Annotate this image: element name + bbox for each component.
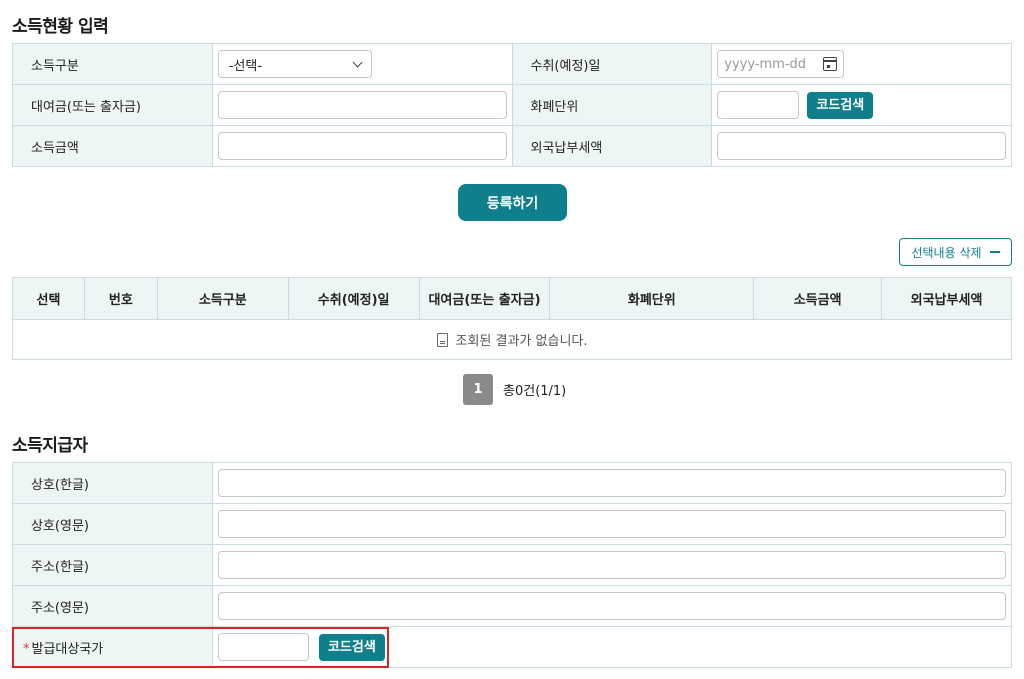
country-input[interactable] (217, 633, 309, 661)
income-amount-label: 소득금액 (12, 125, 213, 167)
column-header-receipt-date: 수취(예정)일 (287, 277, 420, 320)
income-type-select[interactable]: -선택- (217, 50, 372, 78)
empty-message: 조회된 결과가 없습니다. (455, 334, 588, 349)
currency-code-search-button[interactable]: 코드검색 (807, 91, 874, 119)
receipt-date-input[interactable]: yyyy-mm-dd (717, 50, 845, 78)
required-mark: * (23, 641, 30, 657)
address-eng-input[interactable] (217, 592, 1006, 620)
country-label-cell: * 발급대상국가 (12, 626, 213, 668)
name-eng-input[interactable] (217, 510, 1006, 538)
delete-selected-button[interactable]: 선택내용 삭제 (899, 238, 1012, 266)
column-header-select: 선택 (12, 277, 85, 320)
empty-row: 조회된 결과가 없습니다. (12, 319, 1012, 360)
name-kor-input[interactable] (217, 469, 1006, 497)
table-header-row: 선택 번호 소득구분 수취(예정)일 대여금(또는 출자금) 화폐단위 소득금액… (12, 277, 1012, 320)
column-header-number: 번호 (83, 277, 158, 320)
chevron-down-icon (352, 57, 363, 67)
column-header-currency: 화폐단위 (549, 277, 755, 320)
currency-input[interactable] (717, 91, 800, 119)
address-kor-label: 주소(한글) (12, 544, 213, 586)
total-count: 총0건(1/1) (503, 384, 567, 399)
address-kor-input[interactable] (217, 551, 1006, 579)
delete-selected-label: 선택내용 삭제 (911, 245, 982, 260)
receipt-date-placeholder: yyyy-mm-dd (724, 56, 807, 72)
income-amount-input[interactable] (217, 132, 507, 160)
income-input-form: 소득구분 -선택- 수취(예정)일 yyyy-mm-dd 대여금(또는 출자금)… (12, 43, 1012, 167)
register-button[interactable]: 등록하기 (458, 184, 567, 221)
income-payer-form: 상호(한글) 상호(영문) 주소(한글) 주소(영문) * 발급대상국가 코드검색 (12, 462, 1013, 668)
column-header-foreign-tax: 외국납부세액 (881, 277, 1012, 320)
column-header-income-amount: 소득금액 (753, 277, 883, 320)
country-code-search-button[interactable]: 코드검색 (318, 633, 385, 661)
loan-amount-input[interactable] (217, 91, 507, 119)
calendar-icon[interactable] (823, 57, 838, 71)
income-type-label: 소득구분 (12, 43, 213, 85)
address-eng-label: 주소(영문) (12, 585, 213, 627)
pagination: 1 총0건(1/1) (463, 374, 566, 405)
document-icon (436, 333, 448, 347)
section-title-income-input: 소득현황 입력 (12, 17, 109, 37)
receipt-date-label: 수취(예정)일 (511, 43, 713, 85)
column-header-income-type: 소득구분 (156, 277, 289, 320)
name-kor-label: 상호(한글) (12, 462, 213, 504)
loan-amount-label: 대여금(또는 출자금) (12, 84, 213, 126)
page-button-1[interactable]: 1 (463, 374, 493, 405)
foreign-tax-input[interactable] (717, 132, 1006, 160)
income-list-table: 선택 번호 소득구분 수취(예정)일 대여금(또는 출자금) 화폐단위 소득금액… (12, 277, 1012, 360)
foreign-tax-label: 외국납부세액 (511, 125, 713, 167)
minus-icon (989, 251, 1000, 253)
currency-label: 화폐단위 (511, 84, 713, 126)
country-label: 발급대상국가 (31, 641, 104, 657)
income-type-selected: -선택- (228, 58, 263, 74)
section-title-income-payer: 소득지급자 (12, 436, 88, 456)
column-header-loan-amount: 대여금(또는 출자금) (418, 277, 551, 320)
name-eng-label: 상호(영문) (12, 503, 213, 545)
